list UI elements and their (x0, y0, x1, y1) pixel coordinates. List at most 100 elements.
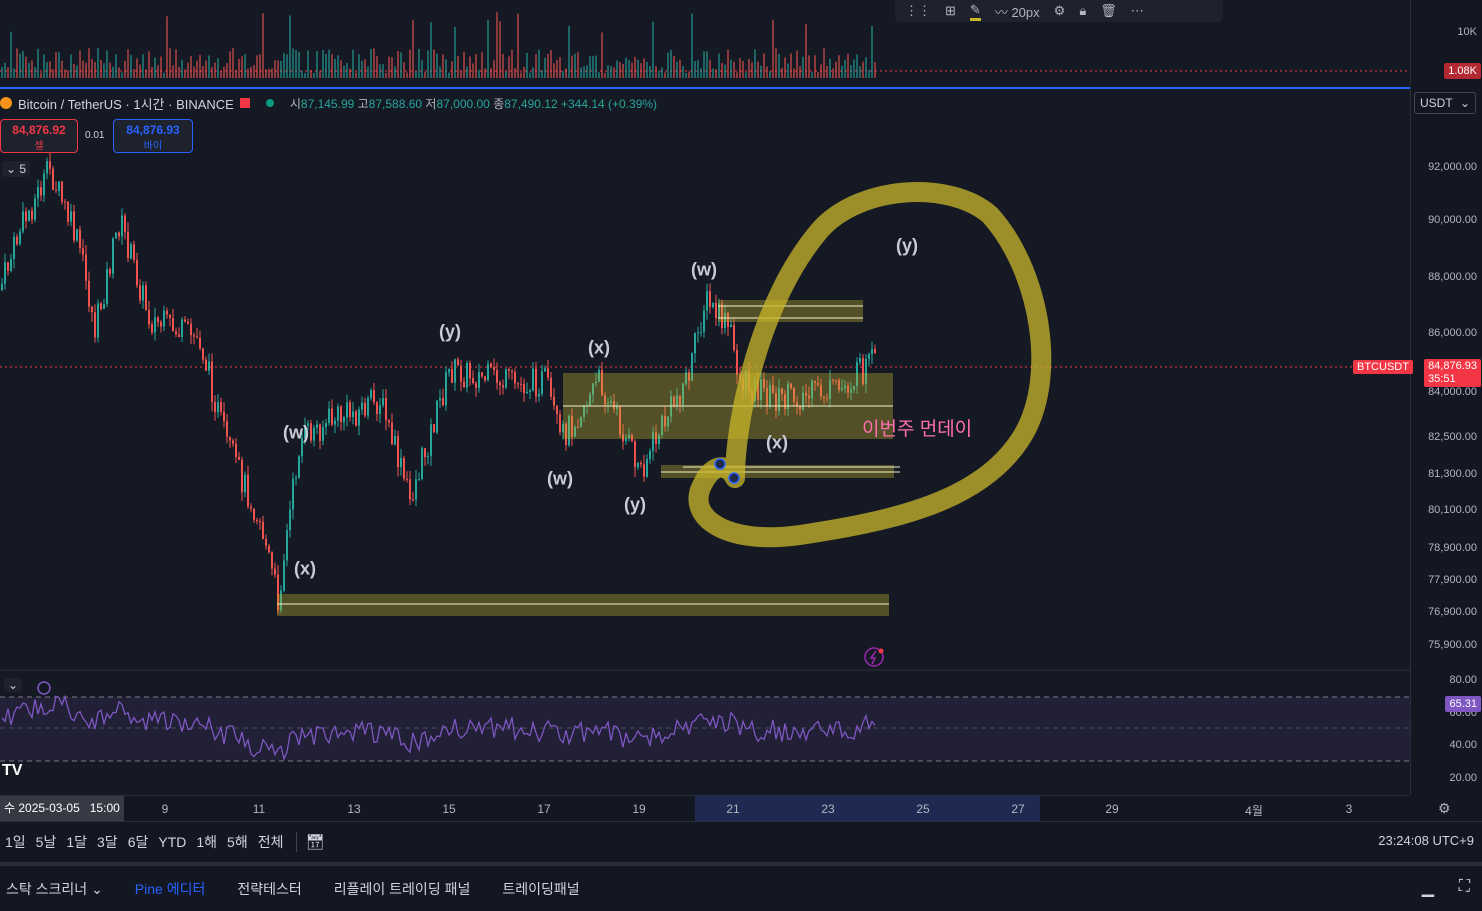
candle-body (103, 304, 105, 309)
settings-icon[interactable]: ⚙ (1054, 3, 1066, 19)
symbol-legend[interactable]: Bitcoin / TetherUS · 1시간 · BINANCE 시87,1… (0, 93, 657, 113)
volume-bar (160, 56, 162, 78)
chevron-down-icon: ⌄ (1459, 96, 1470, 110)
candle-body (283, 560, 285, 591)
volume-bar (214, 62, 216, 78)
currency-select[interactable]: USDT ⌄ (1414, 92, 1476, 114)
range-all[interactable]: 전체 (253, 832, 289, 852)
volume-bar (502, 53, 504, 78)
volume-bar (361, 60, 363, 78)
volume-bar (232, 48, 234, 78)
symbol-title[interactable]: Bitcoin / TetherUS · 1시간 · BINANCE (18, 94, 234, 113)
range-6m[interactable]: 6달 (123, 832, 154, 852)
tab-replay-trading[interactable]: 리플레이 트레이딩 패널 (334, 879, 471, 899)
candle-body (499, 382, 501, 386)
candle-body (112, 238, 114, 274)
volume-bar (460, 70, 462, 78)
tab-strategy-tester[interactable]: 전략테스터 (237, 879, 301, 899)
anchor-point[interactable] (728, 472, 740, 484)
volume-bar (106, 50, 108, 78)
line-width-button[interactable]: 〰 20px (995, 2, 1040, 21)
bitcoin-icon (0, 97, 12, 109)
maximize-icon[interactable]: ⛶ (1459, 878, 1470, 896)
flag-icon[interactable] (239, 98, 250, 108)
lock-icon[interactable]: 🔒︎ (1079, 3, 1086, 19)
volume-bar (763, 53, 765, 78)
anchor-point[interactable] (714, 458, 726, 470)
candle-body (376, 402, 378, 414)
candle-body (109, 269, 111, 274)
volume-bar (589, 56, 591, 78)
chart-settings-icon[interactable]: ⚙ (1438, 800, 1451, 817)
more-icon[interactable]: ⋯ (1131, 3, 1144, 19)
volume-bar (703, 51, 705, 78)
tab-stock-screener[interactable]: 스탁 스크리너 ⌄ (6, 879, 103, 899)
low-label: 저 (425, 96, 437, 111)
tab-trading-panel[interactable]: 트레이딩패널 (502, 879, 579, 899)
candle-body (298, 456, 300, 478)
volume-bar (337, 55, 339, 78)
clock[interactable]: 23:24:08 UTC+9 (1378, 833, 1474, 848)
minimize-icon[interactable]: ▁ (1422, 878, 1434, 898)
range-5d[interactable]: 5날 (31, 832, 62, 852)
volume-bar (571, 55, 573, 78)
volume-bar (595, 55, 597, 78)
annotation-note[interactable]: 이번주 먼데이 (862, 414, 972, 441)
volume-bar (16, 48, 18, 78)
time-axis[interactable]: 수 2025-03-05 15:00 9 11 13 15 17 19 21 2… (0, 795, 1410, 822)
time-tick: 23 (821, 802, 835, 816)
price-axis[interactable]: 10K 1.08K 92,000.00 90,000.00 88,000.00 … (1410, 0, 1482, 795)
volume-bar (583, 66, 585, 78)
volume-bar (790, 53, 792, 78)
candle-body (421, 448, 423, 479)
candle-body (736, 349, 738, 375)
volume-bar (817, 72, 819, 78)
volume-bar (721, 63, 723, 78)
candle-body (448, 369, 450, 373)
volume-bar (208, 55, 210, 78)
freehand-circle[interactable] (688, 182, 1052, 548)
range-1d[interactable]: 1일 (0, 832, 31, 852)
range-1m[interactable]: 1달 (61, 832, 92, 852)
volume-bar (448, 72, 450, 78)
volume-bar (577, 52, 579, 78)
candle-body (64, 201, 66, 203)
candle-body (370, 390, 372, 399)
candle-body (205, 359, 207, 371)
rsi-collapse-toggle[interactable]: ⌄ (4, 678, 23, 692)
drag-handle-icon[interactable]: ⋮⋮ (905, 3, 931, 19)
candle-body (121, 215, 123, 237)
candle-body (94, 312, 96, 338)
trash-icon[interactable]: 🗑︎ (1100, 3, 1117, 19)
volume-bar (544, 57, 546, 78)
candle-body (715, 302, 717, 319)
date-range-icon[interactable]: 📅︎ (305, 833, 324, 851)
volume-bar (370, 48, 372, 78)
volume-bar (25, 56, 27, 78)
range-5y[interactable]: 5해 (222, 832, 253, 852)
range-ytd[interactable]: YTD (153, 834, 191, 850)
candle-body (634, 441, 636, 468)
range-3m[interactable]: 3달 (92, 832, 123, 852)
candle-body (214, 401, 216, 413)
volume-bar (769, 71, 771, 78)
volume-bar (412, 20, 414, 78)
sell-button[interactable]: 84,876.92 셀 (0, 119, 78, 153)
pencil-icon[interactable]: ✎ (969, 2, 981, 21)
chart-area[interactable] (0, 0, 1410, 795)
tab-pine-editor[interactable]: Pine 에디터 (135, 879, 206, 899)
price-chart[interactable] (0, 0, 1410, 795)
candle-body (4, 262, 6, 284)
volume-bar (865, 57, 867, 78)
candle-body (520, 384, 522, 386)
low-zone[interactable] (277, 594, 889, 616)
range-1y[interactable]: 1해 (191, 832, 222, 852)
volume-bar (469, 56, 471, 78)
candle-body (409, 479, 411, 500)
resistance-zone[interactable] (718, 300, 863, 322)
volume-bar (511, 49, 513, 78)
template-icon[interactable]: ⊞ (945, 3, 956, 19)
indicator-toggle[interactable]: ⌄ 5 (2, 161, 31, 177)
candle-body (169, 314, 171, 319)
buy-button[interactable]: 84,876.93 바이 (113, 119, 193, 153)
